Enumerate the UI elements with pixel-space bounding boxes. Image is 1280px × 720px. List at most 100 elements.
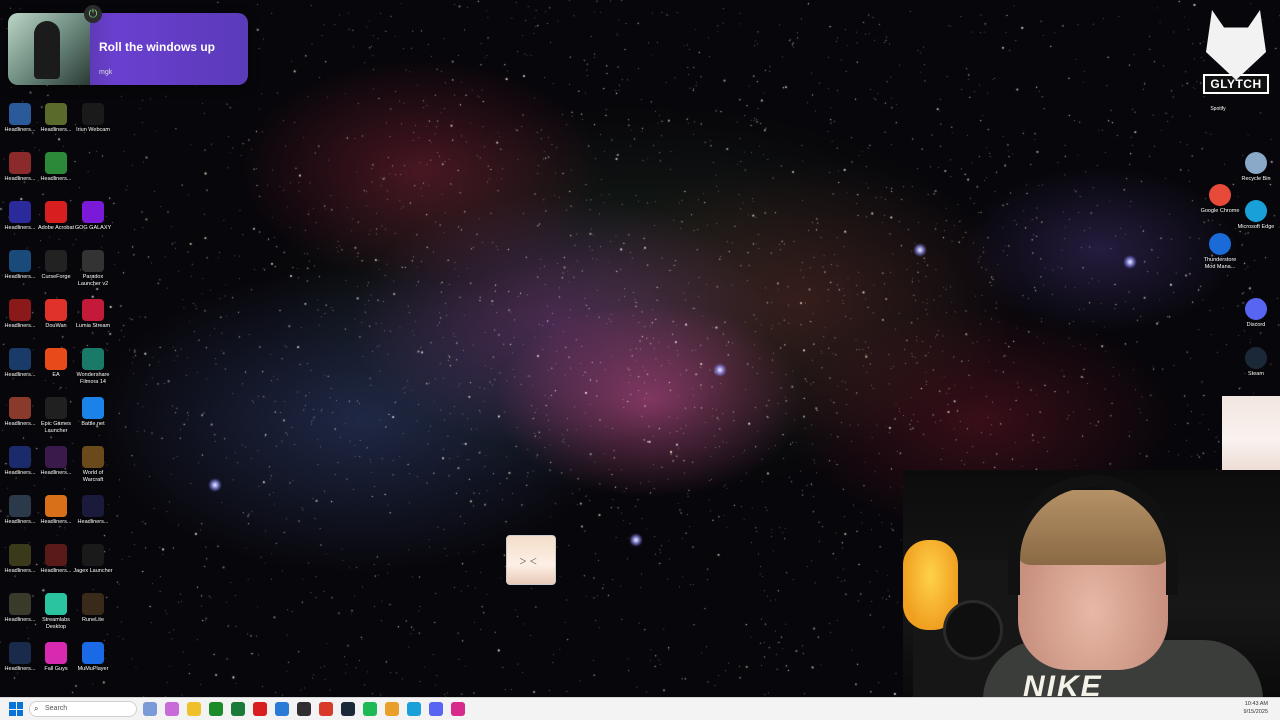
desktop-shortcut[interactable]: CurseForge: [36, 250, 76, 281]
desktop-shortcut-label: Headliners...: [40, 568, 72, 574]
desktop-shortcut-label: Iriun Webcam: [76, 127, 110, 133]
edge-icon[interactable]: [407, 702, 421, 716]
desktop-shortcut[interactable]: Headliners...: [36, 152, 76, 183]
desktop-shortcut[interactable]: Headliners...: [0, 152, 40, 183]
clock-time: 10:43 AM: [1244, 701, 1268, 707]
desktop-shortcut-label: Adobe Acrobat: [37, 225, 75, 231]
image-thumbnail-icon: [9, 103, 31, 125]
desktop-shortcut[interactable]: Epic Games Launcher: [36, 397, 76, 434]
battlenet-icon: [82, 397, 104, 419]
desktop-shortcut[interactable]: Headliners...: [0, 593, 40, 624]
desktop-shortcut[interactable]: Google Chrome: [1200, 184, 1240, 215]
desktop-shortcut[interactable]: Headliners...: [73, 495, 113, 526]
windows-start-icon[interactable]: [9, 702, 23, 716]
store-icon[interactable]: [275, 702, 289, 716]
desktop-shortcut[interactable]: Headliners...: [36, 103, 76, 134]
desktop-shortcut[interactable]: Streamlabs Desktop: [36, 593, 76, 630]
desktop-shortcut-label: Jagex Launcher: [73, 568, 113, 574]
desktop-shortcut[interactable]: Headliners...: [0, 103, 40, 134]
desktop-shortcut[interactable]: Headliners...: [0, 495, 40, 526]
wow-icon: [82, 446, 104, 468]
recycle-bin-icon: [1245, 152, 1267, 174]
thunderstore-icon: [1209, 233, 1231, 255]
jagex-icon: [82, 544, 104, 566]
desktop-shortcut-label: Headliners...: [4, 274, 36, 280]
image-thumbnail-icon: [45, 544, 67, 566]
desktop-shortcut[interactable]: Adobe Acrobat: [36, 201, 76, 232]
desktop-shortcut[interactable]: Paradox Launcher v2: [73, 250, 113, 287]
spotify-icon[interactable]: [363, 702, 377, 716]
desktop-shortcut[interactable]: Jagex Launcher: [73, 544, 113, 575]
shirt-logo: NIKE: [1023, 670, 1103, 697]
desktop-shortcut[interactable]: MuMuPlayer: [73, 642, 113, 673]
search-icon: ⌕: [34, 704, 39, 713]
desktop-shortcut[interactable]: GOG GALAXY: [73, 201, 113, 232]
desktop-shortcut[interactable]: RuneLite: [73, 593, 113, 624]
streamlabs-icon[interactable]: [451, 702, 465, 716]
image-thumbnail-icon: [9, 201, 31, 223]
desktop-shortcut-label: Headliners...: [77, 519, 109, 525]
desktop-shortcut[interactable]: Microsoft Edge: [1236, 200, 1276, 231]
image-thumbnail-icon: [82, 495, 104, 517]
desktop-shortcut-label: Streamlabs Desktop: [42, 617, 70, 630]
desktop-shortcut[interactable]: Headliners...: [0, 446, 40, 477]
taskbar-search[interactable]: ⌕ Search: [29, 701, 137, 717]
desktop-shortcut[interactable]: World of Warcraft: [73, 446, 113, 483]
desktop-shortcut[interactable]: Headliners...: [0, 642, 40, 673]
anime-sticker-icon[interactable]: [506, 535, 556, 585]
clock-date: 9/15/2025: [1243, 709, 1268, 715]
desktop-shortcut[interactable]: Headliners...: [36, 544, 76, 575]
song-title: Roll the windows up: [99, 40, 215, 54]
desktop-shortcut[interactable]: Steam: [1236, 347, 1276, 378]
desktop-shortcut-label: Paradox Launcher v2: [77, 274, 109, 287]
media-notification[interactable]: Roll the windows up mgk: [8, 13, 248, 85]
desktop-shortcut[interactable]: Thunderstore Mod Mana...: [1200, 233, 1240, 270]
desktop-shortcut[interactable]: Recycle Bin: [1236, 152, 1276, 183]
fall-guys-icon: [45, 642, 67, 664]
desktop-shortcut-label: Headliners...: [40, 519, 72, 525]
desktop-shortcut[interactable]: Headliners...: [0, 544, 40, 575]
image-thumbnail-icon: [9, 544, 31, 566]
file-explorer-icon[interactable]: [187, 702, 201, 716]
desktop-shortcut[interactable]: EA: [36, 348, 76, 379]
system-clock[interactable]: 10:43 AM 9/15/2025: [1244, 700, 1268, 716]
desktop-shortcut-label: Battle.net: [81, 421, 105, 427]
desktop-shortcut-label: Fall Guys: [44, 666, 68, 672]
desktop-shortcut[interactable]: Headliners...: [36, 495, 76, 526]
desktop-shortcut[interactable]: Headliners...: [36, 446, 76, 477]
ea-icon: [45, 348, 67, 370]
desktop-shortcut[interactable]: Headliners...: [0, 250, 40, 281]
xbox-icon[interactable]: [209, 702, 223, 716]
davinci-icon[interactable]: [319, 702, 333, 716]
excel-icon[interactable]: [231, 702, 245, 716]
acrobat-icon[interactable]: [253, 702, 267, 716]
desktop-shortcut[interactable]: Fall Guys: [36, 642, 76, 673]
steam-icon[interactable]: [341, 702, 355, 716]
power-icon[interactable]: ⏻: [84, 5, 102, 23]
desktop-shortcut[interactable]: DouWan: [36, 299, 76, 330]
desktop-shortcut[interactable]: Battle.net: [73, 397, 113, 428]
desktop-shortcut-label: EA: [52, 372, 60, 378]
desktop-shortcut[interactable]: Headliners...: [0, 348, 40, 379]
widgets-icon[interactable]: [143, 702, 157, 716]
streamlabs-icon: [45, 593, 67, 615]
desktop-shortcut[interactable]: Headliners...: [0, 397, 40, 428]
discord-icon[interactable]: [429, 702, 443, 716]
webcam-icon: [82, 103, 104, 125]
chrome-icon[interactable]: [385, 702, 399, 716]
image-thumbnail-icon: [45, 446, 67, 468]
acrobat-icon: [45, 201, 67, 223]
desktop-shortcut-label: Headliners...: [4, 323, 36, 329]
desktop-shortcut-label: Steam: [1248, 371, 1264, 377]
desktop-shortcut[interactable]: Headliners...: [0, 299, 40, 330]
desktop-shortcut-label: MuMuPlayer: [77, 666, 109, 672]
obs-icon[interactable]: [297, 702, 311, 716]
desktop-shortcut-label: Thunderstore Mod Mana...: [1203, 257, 1237, 270]
desktop-shortcut[interactable]: Wondershare Filmora 14: [73, 348, 113, 385]
copilot-icon[interactable]: [165, 702, 179, 716]
desktop-shortcut[interactable]: Iriun Webcam: [73, 103, 113, 134]
desktop-shortcut[interactable]: Lumia Stream: [73, 299, 113, 330]
spotify-label[interactable]: Spotify: [1203, 106, 1233, 112]
desktop-shortcut[interactable]: Discord: [1236, 298, 1276, 329]
desktop-shortcut[interactable]: Headliners...: [0, 201, 40, 232]
